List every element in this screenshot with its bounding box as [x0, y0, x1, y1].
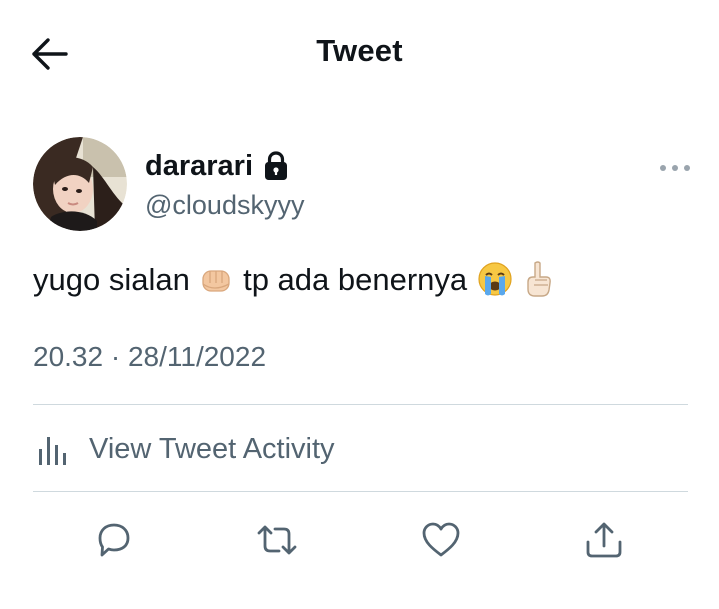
reply-bubble-icon	[98, 523, 130, 557]
user-handle[interactable]: @cloudskyyy	[145, 190, 304, 221]
lock-icon	[263, 150, 289, 182]
activity-label: View Tweet Activity	[89, 432, 335, 465]
crying-face-emoji	[478, 262, 512, 296]
tweet-text-part1: yugo sialan	[33, 262, 190, 297]
divider	[33, 491, 688, 492]
display-name[interactable]: dararari	[145, 150, 253, 183]
share-upload-icon	[586, 522, 622, 558]
tweet-date: 28/11/2022	[127, 341, 267, 372]
tweet-text-part2: tp ada benernya	[243, 262, 468, 297]
top-bar: Tweet	[0, 0, 719, 108]
share-button[interactable]	[582, 518, 626, 562]
meta-separator: ·	[110, 341, 121, 372]
tweet-detail-page: Tweet dararari @cloudskyyy yugo sialan t…	[0, 0, 719, 609]
fist-emoji	[202, 270, 231, 292]
tweet-timestamp: 20.32 · 28/11/2022	[33, 341, 266, 373]
reply-button[interactable]	[92, 518, 136, 562]
tweet-time: 20.32	[33, 341, 104, 372]
divider	[33, 404, 688, 405]
view-tweet-activity-link[interactable]: View Tweet Activity	[33, 420, 335, 478]
page-title: Tweet	[316, 33, 403, 68]
retweet-button[interactable]	[255, 518, 299, 562]
more-options-button[interactable]	[657, 155, 693, 181]
heart-icon	[422, 522, 460, 557]
author-name-row: dararari	[145, 146, 289, 186]
retweet-icon	[257, 525, 297, 555]
avatar[interactable]	[33, 137, 127, 231]
profile-photo	[33, 137, 127, 231]
tweet-text: yugo sialan tp ada benernya	[33, 258, 683, 302]
analytics-bars-icon	[33, 429, 73, 469]
more-dots-icon	[660, 165, 690, 171]
like-button[interactable]	[419, 518, 463, 562]
index-pointing-up-emoji	[527, 261, 552, 297]
